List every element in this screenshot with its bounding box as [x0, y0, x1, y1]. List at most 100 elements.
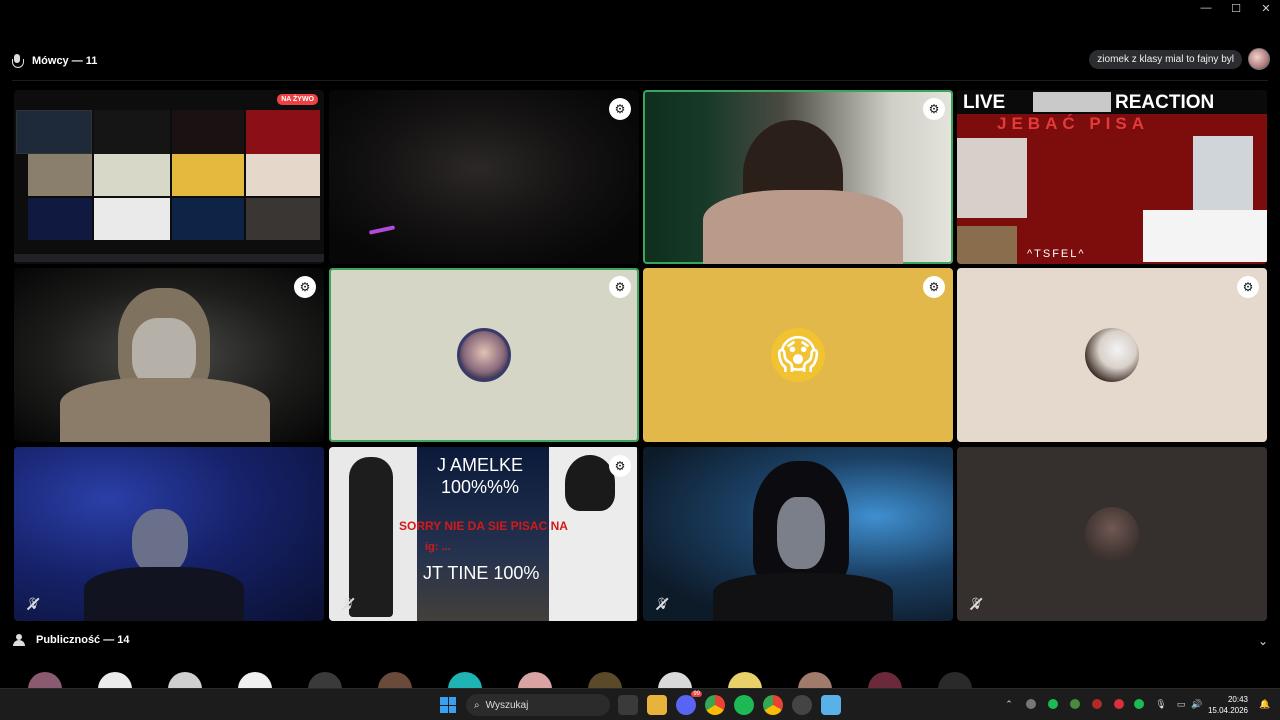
user-status[interactable]: ziomek z klasy mial to fajny byl [1089, 48, 1270, 70]
tile-webcam-hood[interactable]: ⚙ [14, 268, 324, 442]
maximize-icon[interactable]: ☐ [1228, 2, 1244, 15]
audience-avatar[interactable] [728, 672, 762, 688]
steam-icon[interactable] [792, 695, 812, 715]
spotify-tray-icon-2[interactable] [1134, 699, 1144, 709]
shield-tray-icon[interactable] [1092, 699, 1102, 709]
start-button[interactable] [438, 695, 458, 715]
stage-moderator-icon: ⚙ [609, 276, 631, 298]
audience-avatar[interactable] [168, 672, 202, 688]
spotify-icon[interactable] [734, 695, 754, 715]
clock-time: 20:43 [1227, 695, 1248, 704]
stage-moderator-icon: ⚙ [923, 276, 945, 298]
divider [12, 80, 1268, 81]
webcam-stream [14, 447, 324, 621]
audience-avatar[interactable] [868, 672, 902, 688]
live-badge: NA ŻYWO [277, 94, 318, 105]
tile-screen-share[interactable]: NA ŻYWO [14, 90, 324, 264]
tile-live-reaction[interactable]: LIVE REACTION JEBAĆ PISA ^TSFEL^ [957, 90, 1267, 264]
people-icon [12, 634, 26, 646]
clock-date: 15.04.2026 [1207, 706, 1248, 715]
taskbar: ⌕ Wyszukaj 99 ⌃ 🎙 ▭ 🔊 20:43 15.04.2026 🔔 [0, 688, 1280, 720]
muted-microphone-icon: 🎙 [969, 598, 983, 610]
tile-webcam-dark[interactable]: ⚙ [329, 90, 639, 264]
task-view-icon[interactable] [618, 695, 638, 715]
speakers-label: Mówcy — 11 [32, 55, 98, 67]
stage-moderator-icon: ⚙ [294, 276, 316, 298]
discord-icon[interactable]: 99 [676, 691, 702, 715]
sync-icon[interactable] [1026, 699, 1036, 709]
webcam-stream [643, 90, 953, 264]
stage-moderator-icon: ⚙ [923, 98, 945, 120]
stage-moderator-icon: ⚙ [1237, 276, 1259, 298]
muted-microphone-icon: 🎙 [655, 598, 669, 610]
search-icon: ⌕ [474, 699, 480, 711]
audience-avatar[interactable] [588, 672, 622, 688]
avatar [457, 328, 511, 382]
audience-avatar[interactable] [238, 672, 272, 688]
reaction-title-right: REACTION [1115, 92, 1215, 113]
chrome-profile-icon[interactable] [763, 695, 783, 715]
tile-avatar-emoji[interactable]: 😱 ⚙ [643, 268, 953, 442]
audience-avatar[interactable] [938, 672, 972, 688]
audience-avatar[interactable] [98, 672, 132, 688]
app-tray-icon-2[interactable] [1114, 699, 1124, 709]
chevron-down-icon[interactable]: ⌄ [1258, 634, 1268, 648]
muted-microphone-icon: 🎙 [26, 598, 40, 610]
chrome-icon[interactable] [705, 695, 725, 715]
audience-list [28, 672, 1258, 688]
avatar: 😱 [771, 328, 825, 382]
clock[interactable]: 20:43 15.04.2026 [1208, 694, 1248, 716]
promo-line-1: J AMELKE [437, 455, 524, 475]
tile-avatar-beige[interactable]: ⚙ [329, 268, 639, 442]
audience-avatar[interactable] [448, 672, 482, 688]
chevron-up-icon[interactable]: ⌃ [1004, 699, 1014, 709]
promo-line-3: SORRY NIE DA SIE PISAC NA [399, 519, 568, 533]
audience-avatar[interactable] [798, 672, 832, 688]
webcam-stream [14, 268, 324, 442]
spotify-tray-icon[interactable] [1048, 699, 1058, 709]
promo-line-2: 100%%% [441, 477, 520, 497]
audience-avatar[interactable] [378, 672, 412, 688]
audience-avatar[interactable] [658, 672, 692, 688]
avatar[interactable] [1248, 48, 1270, 70]
promo-line-4: ig: ... [425, 541, 451, 553]
microphone-icon [12, 54, 24, 68]
manga-stream: J AMELKE 100%%% SORRY NIE DA SIE PISAC N… [329, 447, 639, 621]
file-explorer-icon[interactable] [647, 695, 667, 715]
speakers-header: Mówcy — 11 [12, 54, 97, 68]
minimize-icon[interactable]: — [1198, 2, 1214, 15]
windows-logo-icon [440, 697, 456, 713]
app-tray-icon[interactable] [1070, 699, 1080, 709]
notification-bell-icon[interactable]: 🔔 [1259, 699, 1270, 709]
webcam-stream [329, 90, 639, 264]
screen-share-stream [14, 90, 324, 264]
audience-avatar[interactable] [518, 672, 552, 688]
window-controls: — ☐ ✕ [1198, 2, 1274, 15]
stage-moderator-icon: ⚙ [609, 98, 631, 120]
microphone-tray-icon[interactable]: 🎙 [1155, 699, 1166, 709]
tile-manga-promo[interactable]: J AMELKE 100%%% SORRY NIE DA SIE PISAC N… [329, 447, 639, 621]
scream-emoji-icon: 😱 [777, 333, 819, 377]
tile-avatar-cream[interactable]: ⚙ [957, 268, 1267, 442]
audience-header[interactable]: Publiczność — 14 [12, 634, 130, 646]
taskbar-search[interactable]: ⌕ Wyszukaj [466, 694, 610, 716]
audience-avatar[interactable] [308, 672, 342, 688]
tile-webcam-girl[interactable]: ⚙ [643, 90, 953, 264]
close-icon[interactable]: ✕ [1258, 2, 1274, 15]
avatar [1085, 507, 1139, 561]
reaction-subtitle: JEBAĆ PISA [997, 114, 1150, 133]
volume-icon[interactable]: 🔊 [1191, 699, 1202, 709]
discord-badge: 99 [691, 691, 702, 697]
reaction-footer: ^TSFEL^ [1027, 248, 1086, 260]
status-bubble: ziomek z klasy mial to fajny byl [1089, 49, 1242, 69]
tile-webcam-blue[interactable]: 🎙 [14, 447, 324, 621]
notepad-icon[interactable] [821, 695, 841, 715]
stage-moderator-icon: ⚙ [609, 455, 631, 477]
tile-avatar-dark[interactable]: 🎙 [957, 447, 1267, 621]
audience-avatar[interactable] [28, 672, 62, 688]
reaction-stream: LIVE REACTION JEBAĆ PISA ^TSFEL^ [957, 90, 1267, 264]
webcam-stream [643, 447, 953, 621]
tile-webcam-longhair[interactable]: 🎙 [643, 447, 953, 621]
muted-microphone-icon: 🎙 [341, 598, 355, 610]
network-icon[interactable]: ▭ [1176, 699, 1186, 709]
